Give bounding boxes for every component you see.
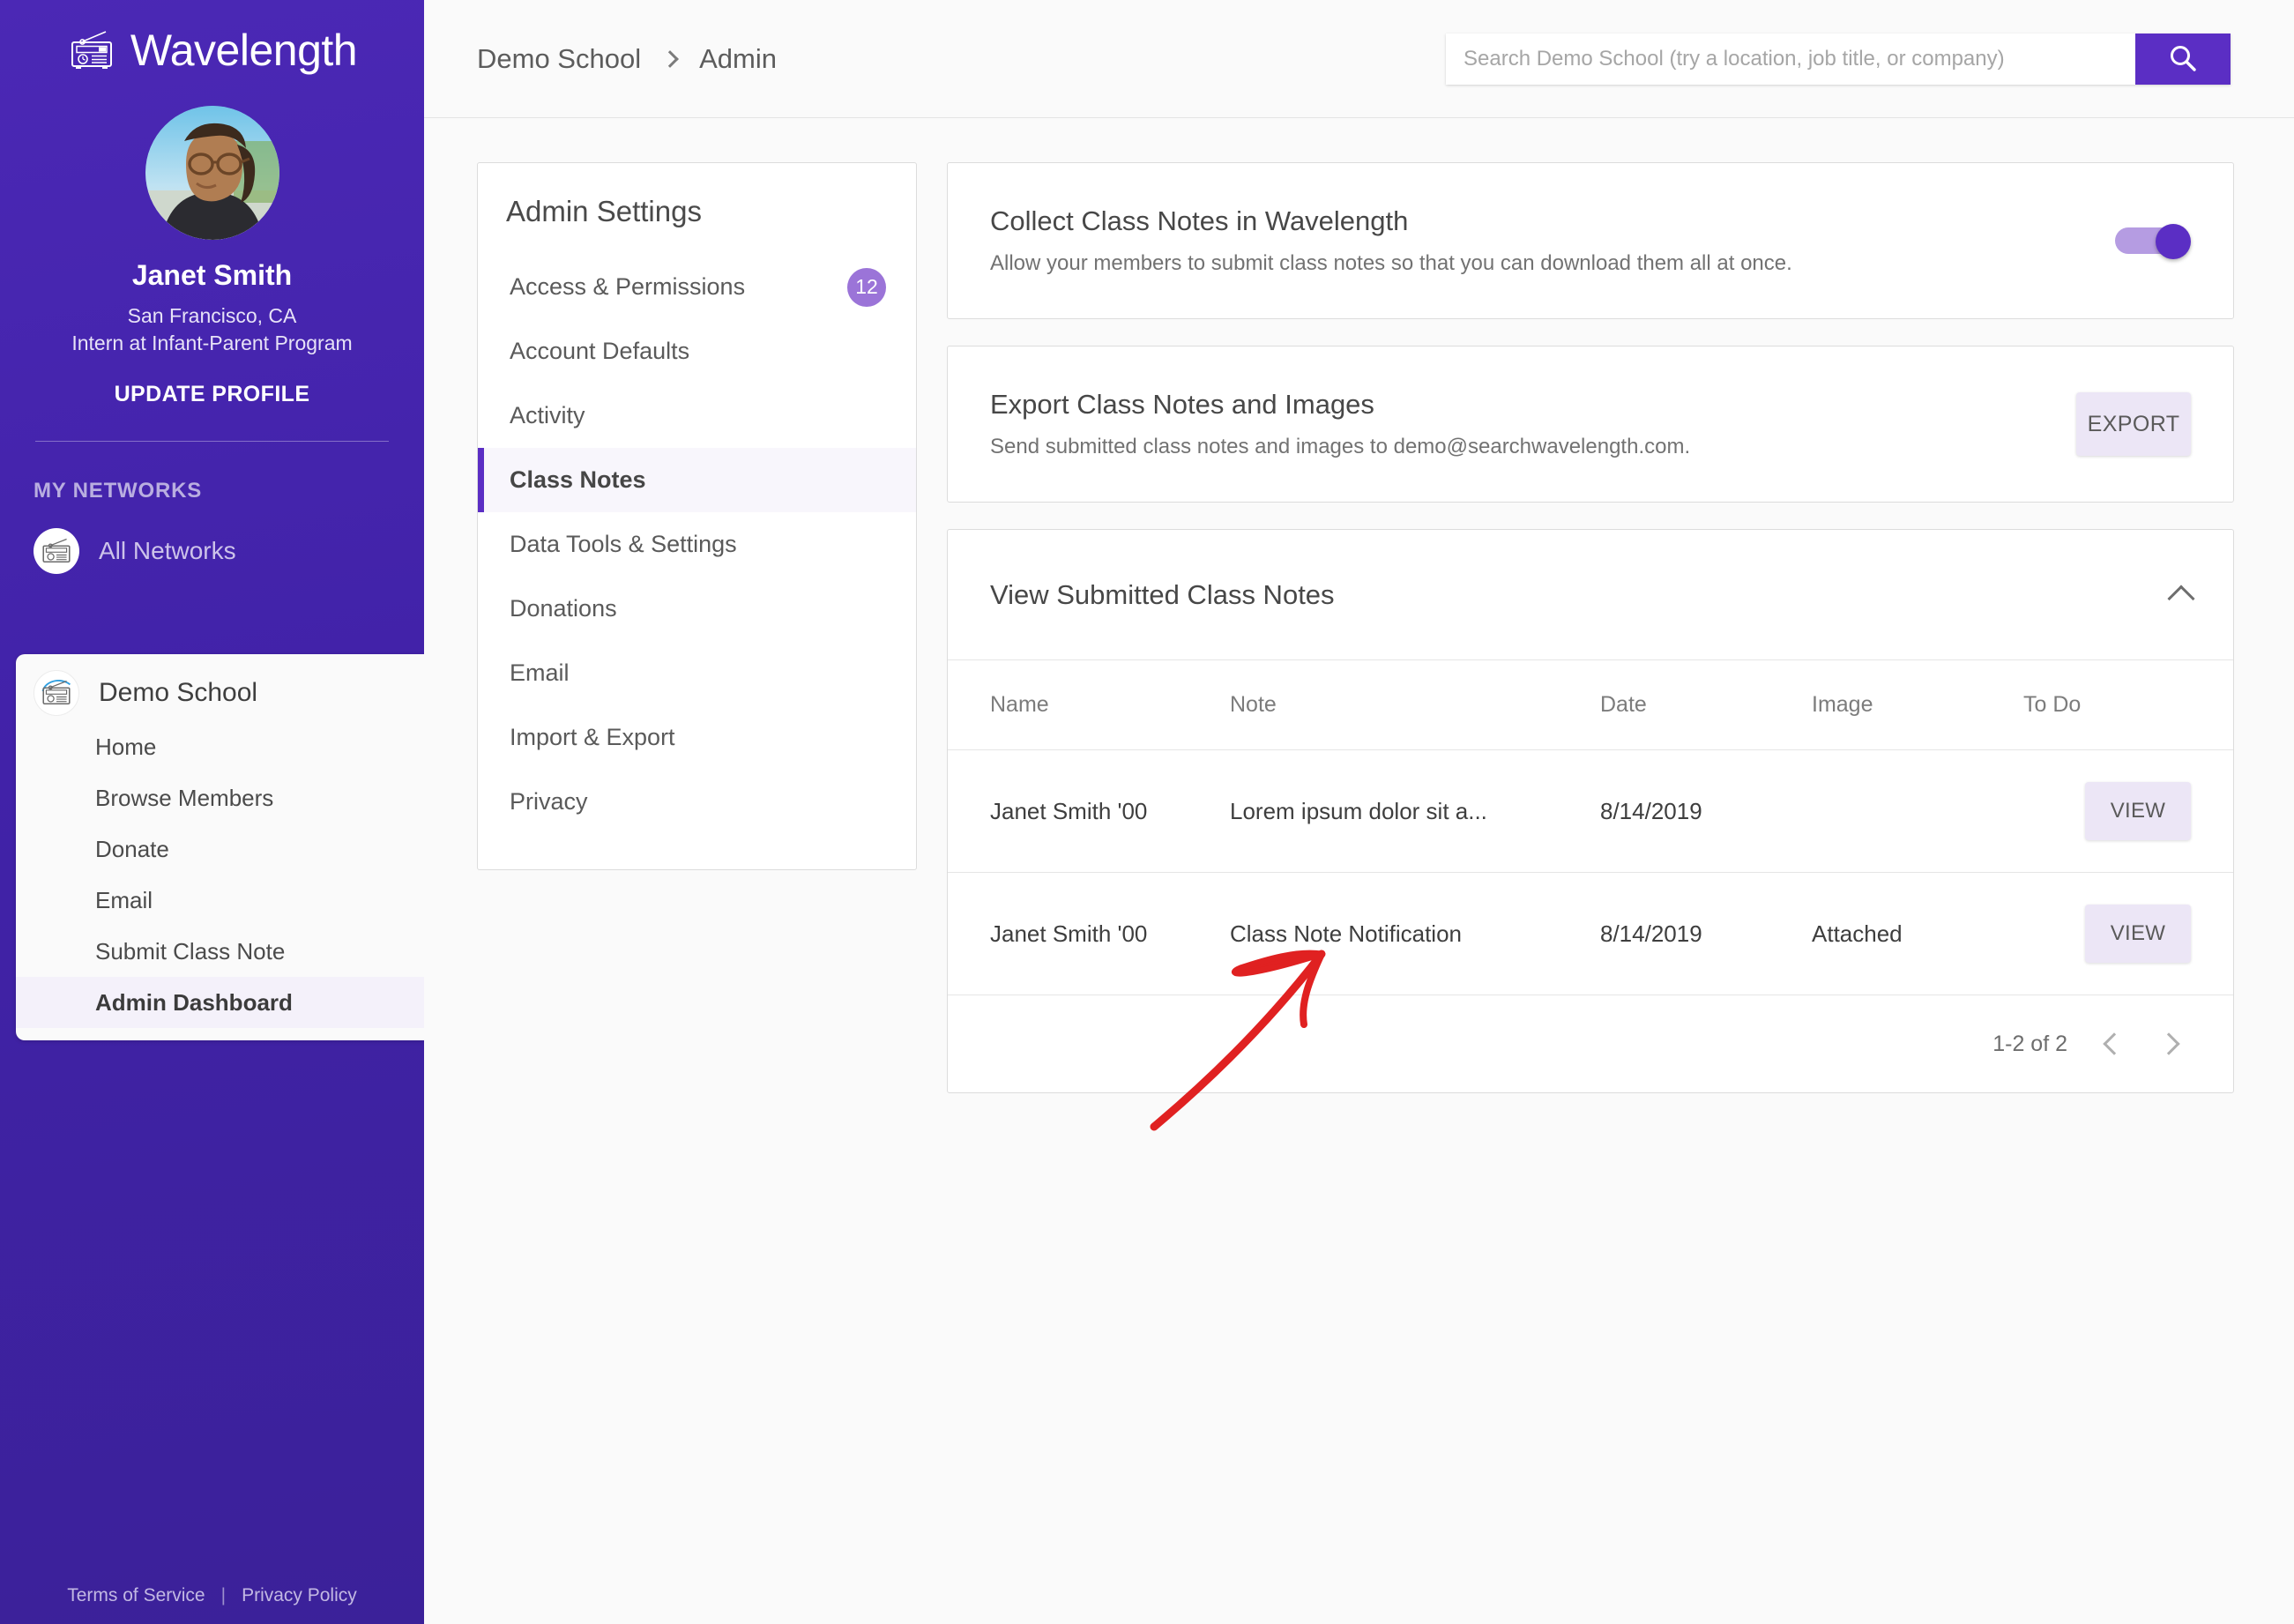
settings-item-access-permissions[interactable]: Access & Permissions 12 — [478, 255, 916, 319]
settings-item-label: Data Tools & Settings — [510, 531, 737, 557]
radio-icon — [67, 30, 116, 71]
content-area: Admin Settings Access & Permissions 12 A… — [424, 118, 2294, 1093]
settings-item-label: Access & Permissions — [510, 273, 746, 300]
active-network-panel: Demo School Home Browse Members Donate E… — [16, 654, 424, 1040]
sidebar-item-submit-class-note[interactable]: Submit Class Note — [16, 926, 424, 977]
chevron-left-icon[interactable] — [2103, 1032, 2126, 1055]
brand-logo[interactable]: Wavelength — [0, 0, 424, 72]
settings-item-label: Account Defaults — [510, 338, 690, 364]
chevron-right-icon[interactable] — [2157, 1032, 2180, 1055]
export-class-notes-card: Export Class Notes and Images Send submi… — [947, 346, 2234, 503]
sidebar-item-admin-dashboard[interactable]: Admin Dashboard — [16, 977, 424, 1028]
admin-settings-title: Admin Settings — [506, 195, 702, 227]
profile-name: Janet Smith — [131, 259, 293, 291]
settings-item-account-defaults[interactable]: Account Defaults — [478, 319, 916, 384]
breadcrumb-item-demo-school[interactable]: Demo School — [477, 43, 641, 75]
collect-card-title: Collect Class Notes in Wavelength — [990, 205, 1409, 236]
chevron-up-icon[interactable] — [2167, 584, 2195, 613]
settings-item-label: Email — [510, 659, 570, 686]
export-button[interactable]: EXPORT — [2076, 392, 2191, 456]
cell-image: Attached — [1812, 872, 2023, 995]
notes-panel-title: View Submitted Class Notes — [990, 578, 1335, 610]
avatar[interactable] — [145, 106, 279, 240]
cell-name: Janet Smith '00 — [948, 749, 1230, 873]
search-button[interactable] — [2135, 34, 2231, 85]
view-submitted-class-notes-panel: View Submitted Class Notes Name Note Dat… — [947, 529, 2234, 1093]
search-bar — [1446, 34, 2231, 85]
column-header-name: Name — [948, 660, 1230, 750]
sidebar-item-all-networks[interactable]: All Networks — [0, 523, 424, 579]
update-profile-button[interactable]: UPDATE PROFILE — [0, 382, 424, 407]
table-header-row: Name Note Date Image To Do — [948, 660, 2233, 750]
settings-item-email[interactable]: Email — [478, 641, 916, 705]
sidebar-item-browse-members[interactable]: Browse Members — [16, 772, 424, 823]
cell-date: 8/14/2019 — [1600, 749, 1812, 873]
column-header-to-do: To Do — [2023, 660, 2233, 750]
export-card-subtitle: Send submitted class notes and images to… — [990, 435, 1691, 458]
view-button[interactable]: VIEW — [2085, 782, 2191, 840]
column-header-date: Date — [1600, 660, 1812, 750]
toggle-knob — [2156, 224, 2191, 259]
main-content: Demo School Admin Admi — [424, 0, 2294, 1624]
cell-to-do: VIEW — [2023, 872, 2233, 995]
pagination-range: 1-2 of 2 — [1992, 1031, 2067, 1056]
search-input[interactable] — [1446, 34, 2135, 85]
cell-name: Janet Smith '00 — [948, 872, 1230, 995]
search-icon — [2168, 43, 2198, 76]
settings-item-import-export[interactable]: Import & Export — [478, 705, 916, 770]
topbar: Demo School Admin — [424, 0, 2294, 118]
sidebar-item-email[interactable]: Email — [16, 875, 424, 926]
collect-class-notes-toggle[interactable] — [2115, 224, 2191, 259]
sidebar: Wavelength Janet Smith San Francisco, CA… — [0, 0, 424, 1624]
radio-avatar-icon — [34, 528, 79, 574]
settings-item-label: Privacy — [510, 788, 588, 815]
settings-item-label: Activity — [510, 402, 585, 428]
radio-avatar-icon — [34, 670, 79, 716]
legal-footer: Terms of Service | Privacy Policy — [0, 1585, 424, 1606]
settings-item-label: Class Notes — [510, 466, 646, 493]
pagination: 1-2 of 2 — [948, 995, 2233, 1092]
brand-name: Wavelength — [130, 26, 358, 75]
cell-date: 8/14/2019 — [1600, 872, 1812, 995]
settings-item-label: Donations — [510, 595, 617, 622]
settings-item-label: Import & Export — [510, 724, 675, 750]
class-notes-table: Name Note Date Image To Do Janet Smith '… — [948, 660, 2233, 995]
table-row: Janet Smith '00 Lorem ipsum dolor sit a.… — [948, 749, 2233, 873]
table-row: Janet Smith '00 Class Note Notification … — [948, 872, 2233, 995]
privacy-policy-link[interactable]: Privacy Policy — [242, 1585, 357, 1606]
cell-image — [1812, 749, 2023, 873]
column-header-note: Note — [1230, 660, 1600, 750]
settings-item-donations[interactable]: Donations — [478, 577, 916, 641]
settings-item-class-notes[interactable]: Class Notes — [478, 448, 916, 512]
legal-separator: | — [220, 1585, 227, 1605]
divider — [35, 441, 389, 442]
column-header-image: Image — [1812, 660, 2023, 750]
settings-detail-column: Collect Class Notes in Wavelength Allow … — [947, 162, 2234, 1093]
collect-card-subtitle: Allow your members to submit class notes… — [990, 251, 1792, 275]
profile-title: Intern at Infant-Parent Program — [71, 332, 353, 354]
breadcrumb: Demo School Admin — [477, 43, 777, 75]
collect-class-notes-card: Collect Class Notes in Wavelength Allow … — [947, 162, 2234, 319]
admin-settings-card: Admin Settings Access & Permissions 12 A… — [477, 162, 917, 870]
settings-item-activity[interactable]: Activity — [478, 384, 916, 448]
sidebar-item-home[interactable]: Home — [16, 721, 424, 772]
terms-of-service-link[interactable]: Terms of Service — [67, 1585, 205, 1606]
my-networks-label: MY NETWORKS — [34, 479, 203, 503]
cell-note: Lorem ipsum dolor sit a... — [1230, 749, 1600, 873]
settings-item-data-tools-settings[interactable]: Data Tools & Settings — [478, 512, 916, 577]
notes-panel-header[interactable]: View Submitted Class Notes — [948, 530, 2233, 660]
sidebar-item-label: All Networks — [99, 537, 236, 564]
settings-item-privacy[interactable]: Privacy — [478, 770, 916, 834]
breadcrumb-item-admin[interactable]: Admin — [699, 43, 777, 75]
export-card-title: Export Class Notes and Images — [990, 389, 1374, 420]
view-button[interactable]: VIEW — [2085, 905, 2191, 963]
chevron-right-icon — [661, 49, 679, 68]
status-badge: 12 — [847, 267, 886, 307]
profile-location: San Francisco, CA — [127, 304, 297, 327]
cell-note: Class Note Notification — [1230, 872, 1600, 995]
cell-to-do: VIEW — [2023, 749, 2233, 873]
sidebar-item-donate[interactable]: Donate — [16, 823, 424, 875]
sidebar-item-demo-school[interactable]: Demo School — [16, 665, 424, 721]
active-network-name: Demo School — [99, 678, 258, 707]
